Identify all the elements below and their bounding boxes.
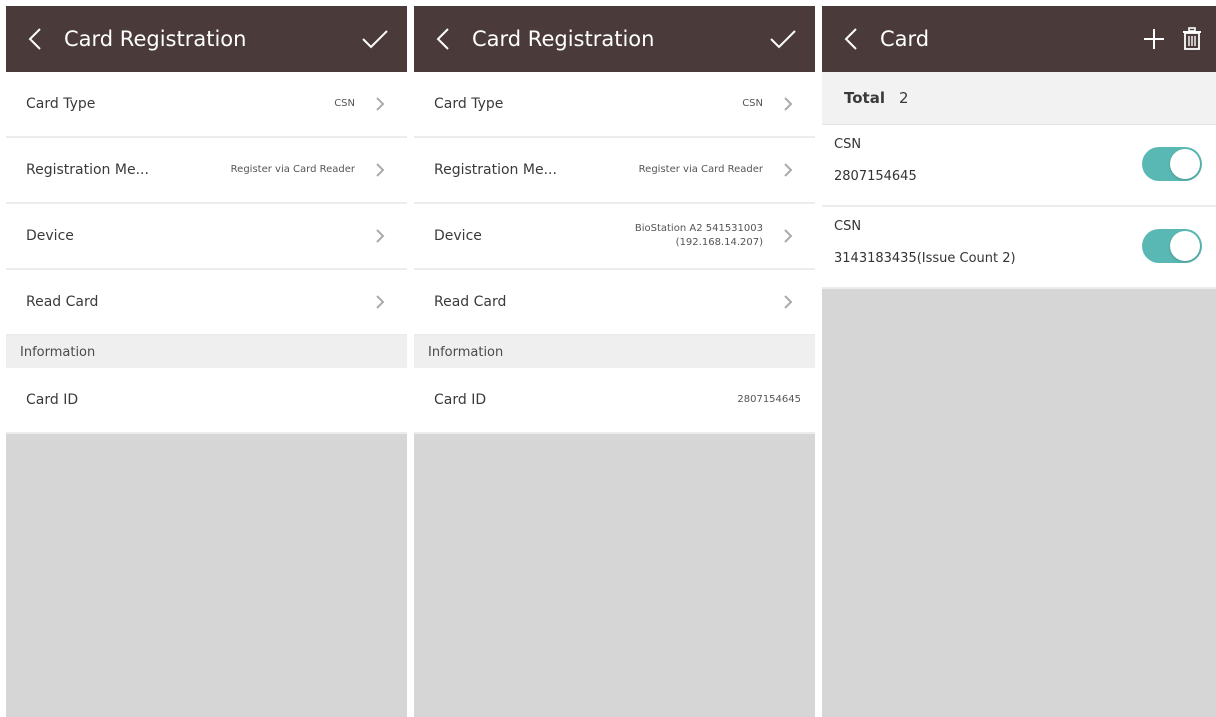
title-bar: Card Registration xyxy=(6,6,407,72)
device-value: BioStation A2 541531003 (192.168.14.207) xyxy=(635,222,763,250)
page-title: Card Registration xyxy=(472,27,655,51)
registration-method-row[interactable]: Registration Me... Register via Card Rea… xyxy=(6,138,407,204)
page-title: Card xyxy=(880,27,930,51)
title-bar: Card Registration xyxy=(414,6,815,72)
back-button[interactable] xyxy=(14,6,56,72)
total-bar: Total 2 xyxy=(822,72,1216,125)
save-button[interactable] xyxy=(765,6,801,72)
read-card-row[interactable]: Read Card xyxy=(6,270,407,336)
chevron-left-icon xyxy=(28,28,41,50)
card-id-row: Card ID xyxy=(6,368,407,434)
toggle-knob xyxy=(1170,149,1200,179)
card-type-row[interactable]: Card Type CSN xyxy=(414,72,815,138)
information-section-header: Information xyxy=(414,336,815,368)
card-registration-screen-read: Card Registration Card Type CSN Registra… xyxy=(414,6,815,717)
title-bar: Card xyxy=(822,6,1216,72)
row-label: Card Type xyxy=(26,96,96,112)
row-label: Registration Me... xyxy=(434,162,557,178)
chevron-right-icon xyxy=(783,228,793,244)
trash-icon xyxy=(1183,27,1201,50)
row-label: Device xyxy=(434,228,482,244)
row-value: Register via Card Reader xyxy=(638,164,763,175)
row-label: Read Card xyxy=(26,294,99,310)
card-enabled-toggle[interactable] xyxy=(1142,147,1202,181)
device-row[interactable]: Device xyxy=(6,204,407,270)
page-title: Card Registration xyxy=(64,27,247,51)
row-label: Device xyxy=(26,228,74,244)
registration-method-row[interactable]: Registration Me... Register via Card Rea… xyxy=(414,138,815,204)
settings-list: Card Type CSN Registration Me... Registe… xyxy=(414,72,815,434)
card-id-row: Card ID 2807154645 xyxy=(414,368,815,434)
card-id: 2807154645 xyxy=(834,169,917,184)
card-list-item[interactable]: CSN 2807154645 xyxy=(822,125,1216,207)
chevron-right-icon xyxy=(375,96,385,112)
section-label: Information xyxy=(428,344,504,360)
row-value: Register via Card Reader xyxy=(230,164,355,175)
row-label: Card ID xyxy=(434,392,487,408)
check-icon xyxy=(770,30,796,49)
card-type: CSN xyxy=(834,137,862,152)
card-list-item[interactable]: CSN 3143183435(Issue Count 2) xyxy=(822,207,1216,289)
row-label: Registration Me... xyxy=(26,162,149,178)
section-label: Information xyxy=(20,344,96,360)
chevron-right-icon xyxy=(783,162,793,178)
chevron-right-icon xyxy=(375,162,385,178)
row-label: Card ID xyxy=(26,392,79,408)
delete-card-button[interactable] xyxy=(1176,6,1208,72)
read-card-row[interactable]: Read Card xyxy=(414,270,815,336)
device-ip: (192.168.14.207) xyxy=(675,237,763,248)
card-type-row[interactable]: Card Type CSN xyxy=(6,72,407,138)
chevron-left-icon xyxy=(436,28,449,50)
check-icon xyxy=(362,30,388,49)
row-label: Card Type xyxy=(434,96,504,112)
toggle-knob xyxy=(1170,231,1200,261)
card-enabled-toggle[interactable] xyxy=(1142,229,1202,263)
card-type: CSN xyxy=(834,219,862,234)
chevron-right-icon xyxy=(783,294,793,310)
save-button[interactable] xyxy=(357,6,393,72)
plus-icon xyxy=(1144,29,1164,49)
row-value: CSN xyxy=(742,98,763,109)
back-button[interactable] xyxy=(830,6,872,72)
back-button[interactable] xyxy=(422,6,464,72)
chevron-right-icon xyxy=(783,96,793,112)
row-label: Read Card xyxy=(434,294,507,310)
chevron-left-icon xyxy=(844,28,857,50)
total-label: Total xyxy=(844,89,885,107)
device-row[interactable]: Device BioStation A2 541531003 (192.168.… xyxy=(414,204,815,270)
chevron-right-icon xyxy=(375,294,385,310)
card-id-value: 2807154645 xyxy=(737,394,801,405)
information-section-header: Information xyxy=(6,336,407,368)
row-value: CSN xyxy=(334,98,355,109)
card-id: 3143183435(Issue Count 2) xyxy=(834,251,1016,266)
card-registration-screen-empty: Card Registration Card Type CSN Registra… xyxy=(6,6,407,717)
add-card-button[interactable] xyxy=(1138,6,1170,72)
chevron-right-icon xyxy=(375,228,385,244)
settings-list: Card Type CSN Registration Me... Registe… xyxy=(6,72,407,434)
total-count: 2 xyxy=(898,89,909,107)
device-name: BioStation A2 541531003 xyxy=(634,223,763,234)
card-list-screen: Card Total 2 CSN 2807154645 CSN 31431834… xyxy=(822,6,1216,717)
